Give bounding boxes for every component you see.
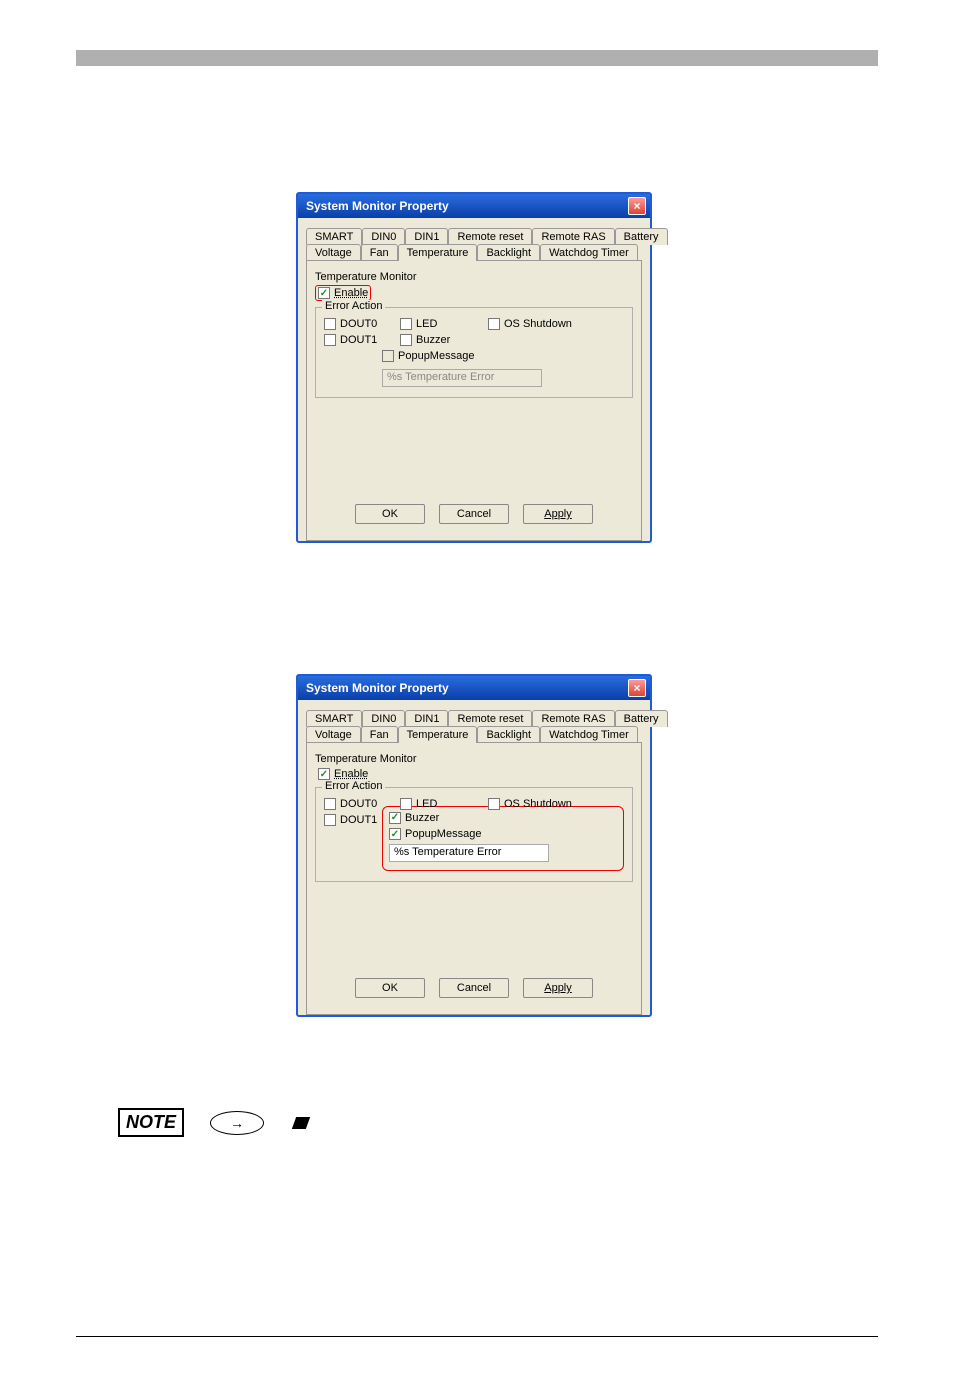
- error-action-group: Error Action DOUT0 LED OS Shutdown DOUT1…: [315, 787, 633, 882]
- error-action-highlight: Buzzer PopupMessage %s Temperature Error: [382, 806, 624, 871]
- tab-row-2: Voltage Fan Temperature Backlight Watchd…: [306, 726, 642, 743]
- tab-voltage[interactable]: Voltage: [306, 244, 361, 261]
- tab-smart[interactable]: SMART: [306, 228, 362, 245]
- footer-rule: [76, 1336, 878, 1337]
- cancel-button[interactable]: Cancel: [439, 504, 509, 524]
- tab-remote-reset[interactable]: Remote reset: [448, 228, 532, 245]
- tab-smart[interactable]: SMART: [306, 710, 362, 727]
- tab-remote-ras[interactable]: Remote RAS: [532, 710, 614, 727]
- apply-button[interactable]: Apply: [523, 978, 593, 998]
- ok-button[interactable]: OK: [355, 978, 425, 998]
- tab-battery[interactable]: Battery: [615, 228, 668, 245]
- buzzer-checkbox[interactable]: [389, 812, 401, 824]
- tab-din0[interactable]: DIN0: [362, 228, 405, 245]
- buzzer-label: Buzzer: [416, 334, 450, 346]
- os-shutdown-label: OS Shutdown: [504, 318, 572, 330]
- monitor-label: Temperature Monitor: [315, 271, 633, 283]
- apply-button[interactable]: Apply: [523, 504, 593, 524]
- led-checkbox[interactable]: [400, 798, 412, 810]
- enable-checkbox-wrap: Enable: [315, 767, 371, 781]
- tab-voltage[interactable]: Voltage: [306, 726, 361, 743]
- tab-din0[interactable]: DIN0: [362, 710, 405, 727]
- dout1-label: DOUT1: [340, 334, 377, 346]
- tab-din1[interactable]: DIN1: [405, 228, 448, 245]
- tab-watchdog[interactable]: Watchdog Timer: [540, 244, 638, 261]
- os-shutdown-checkbox[interactable]: [488, 318, 500, 330]
- buzzer-checkbox[interactable]: [400, 334, 412, 346]
- tab-backlight[interactable]: Backlight: [477, 244, 540, 261]
- monitor-label: Temperature Monitor: [315, 753, 633, 765]
- popup-label: PopupMessage: [398, 350, 474, 362]
- buzzer-label: Buzzer: [405, 812, 439, 824]
- error-action-legend: Error Action: [322, 300, 385, 312]
- button-row: OK Cancel Apply: [315, 968, 633, 1008]
- tab-area: SMART DIN0 DIN1 Remote reset Remote RAS …: [306, 228, 642, 541]
- tab-content: Temperature Monitor Enable Error Action …: [306, 742, 642, 1015]
- popup-checkbox[interactable]: [389, 828, 401, 840]
- os-shutdown-label: OS Shutdown: [504, 798, 572, 810]
- led-checkbox[interactable]: [400, 318, 412, 330]
- header-bar: [76, 50, 878, 66]
- dout0-label: DOUT0: [340, 798, 377, 810]
- dout1-label: DOUT1: [340, 814, 377, 826]
- popup-text-input[interactable]: %s Temperature Error: [382, 369, 542, 387]
- tab-remote-ras[interactable]: Remote RAS: [532, 228, 614, 245]
- tab-fan[interactable]: Fan: [361, 244, 398, 261]
- system-monitor-dialog-1: System Monitor Property × SMART DIN0 DIN…: [296, 192, 652, 543]
- dout0-label: DOUT0: [340, 318, 377, 330]
- led-label: LED: [416, 798, 437, 810]
- tab-row-1: SMART DIN0 DIN1 Remote reset Remote RAS …: [306, 710, 642, 727]
- popup-text-input[interactable]: %s Temperature Error: [389, 844, 549, 862]
- popup-label: PopupMessage: [405, 828, 481, 840]
- error-action-legend: Error Action: [322, 780, 385, 792]
- tab-temperature[interactable]: Temperature: [398, 244, 478, 261]
- dout1-checkbox[interactable]: [324, 814, 336, 826]
- dout1-checkbox[interactable]: [324, 334, 336, 346]
- tab-battery[interactable]: Battery: [615, 710, 668, 727]
- system-monitor-dialog-2: System Monitor Property × SMART DIN0 DIN…: [296, 674, 652, 1017]
- window-title: System Monitor Property: [306, 681, 449, 695]
- dout0-checkbox[interactable]: [324, 318, 336, 330]
- tab-area: SMART DIN0 DIN1 Remote reset Remote RAS …: [306, 710, 642, 1015]
- button-row: OK Cancel Apply: [315, 494, 633, 534]
- tab-content: Temperature Monitor Enable Error Action …: [306, 260, 642, 541]
- tab-fan[interactable]: Fan: [361, 726, 398, 743]
- enable-checkbox[interactable]: [318, 287, 330, 299]
- led-label: LED: [416, 318, 437, 330]
- close-icon[interactable]: ×: [628, 197, 646, 215]
- titlebar: System Monitor Property ×: [298, 676, 650, 700]
- tab-remote-reset[interactable]: Remote reset: [448, 710, 532, 727]
- window-title: System Monitor Property: [306, 199, 449, 213]
- dout0-checkbox[interactable]: [324, 798, 336, 810]
- popup-checkbox[interactable]: [382, 350, 394, 362]
- tab-backlight[interactable]: Backlight: [477, 726, 540, 743]
- error-action-group: Error Action DOUT0 LED OS Shutdown DOUT1…: [315, 307, 633, 398]
- enable-checkbox[interactable]: [318, 768, 330, 780]
- tab-row-2: Voltage Fan Temperature Backlight Watchd…: [306, 244, 642, 261]
- tab-din1[interactable]: DIN1: [405, 710, 448, 727]
- close-icon[interactable]: ×: [628, 679, 646, 697]
- tab-watchdog[interactable]: Watchdog Timer: [540, 726, 638, 743]
- cancel-button[interactable]: Cancel: [439, 978, 509, 998]
- arrow-icon: →: [210, 1111, 264, 1135]
- enable-label: Enable: [334, 768, 368, 780]
- note-row: NOTE →: [118, 1108, 308, 1137]
- bullet-icon: [292, 1117, 310, 1129]
- note-label: NOTE: [118, 1108, 184, 1137]
- os-shutdown-checkbox[interactable]: [488, 798, 500, 810]
- titlebar: System Monitor Property ×: [298, 194, 650, 218]
- enable-label: Enable: [334, 287, 368, 299]
- tab-temperature[interactable]: Temperature: [398, 726, 478, 743]
- enable-checkbox-highlight: Enable: [315, 285, 371, 301]
- ok-button[interactable]: OK: [355, 504, 425, 524]
- tab-row-1: SMART DIN0 DIN1 Remote reset Remote RAS …: [306, 228, 642, 245]
